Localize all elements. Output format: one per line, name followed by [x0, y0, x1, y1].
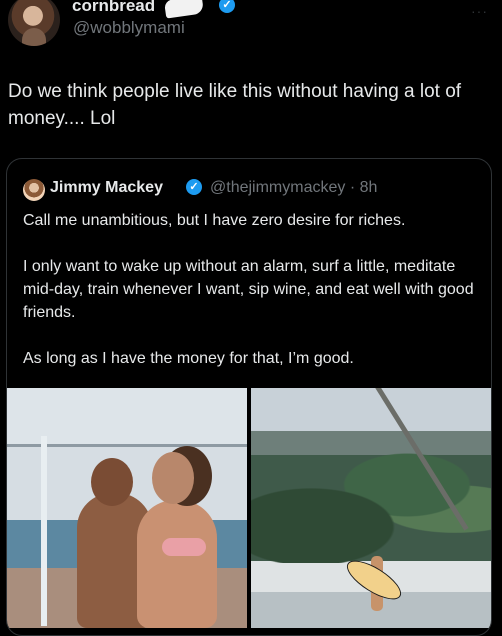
- quoted-paragraph: I only want to wake up without an alarm,…: [23, 258, 474, 321]
- avatar[interactable]: [8, 0, 60, 46]
- quoted-username-time[interactable]: @thejimmymackey · 8h: [210, 179, 377, 197]
- quoted-paragraph: Call me unambitious, but I have zero des…: [23, 212, 406, 229]
- quoted-avatar[interactable]: [23, 179, 45, 201]
- quoted-tweet-body: Call me unambitious, but I have zero des…: [23, 209, 485, 393]
- man-head: [91, 458, 133, 506]
- tweet-text: Do we think people live like this withou…: [8, 81, 462, 129]
- person-woman: [137, 500, 217, 628]
- bikini-top: [162, 538, 206, 556]
- tweet-header: cornbread ✓ @wobblymami ···: [0, 0, 502, 60]
- woman-head: [152, 452, 194, 504]
- quoted-tweet-card[interactable]: Jimmy Mackey ✓ @thejimmymackey · 8h Call…: [6, 158, 492, 636]
- media-grid: [7, 388, 491, 628]
- redaction-scribble: [163, 0, 205, 19]
- verified-badge-icon: ✓: [219, 0, 235, 13]
- quoted-display-name[interactable]: Jimmy Mackey: [50, 179, 163, 197]
- green-cliffs: [251, 443, 491, 563]
- quoted-paragraph: As long as I have the money for that, I’…: [23, 350, 354, 367]
- boat-pole: [41, 436, 47, 626]
- couple-boat-photo[interactable]: [7, 388, 247, 628]
- verified-badge-icon: ✓: [186, 179, 202, 195]
- username[interactable]: @wobblymami: [73, 18, 185, 38]
- beach-surf-photo[interactable]: [251, 388, 491, 628]
- more-icon[interactable]: ···: [471, 3, 488, 19]
- display-name[interactable]: cornbread: [72, 0, 155, 16]
